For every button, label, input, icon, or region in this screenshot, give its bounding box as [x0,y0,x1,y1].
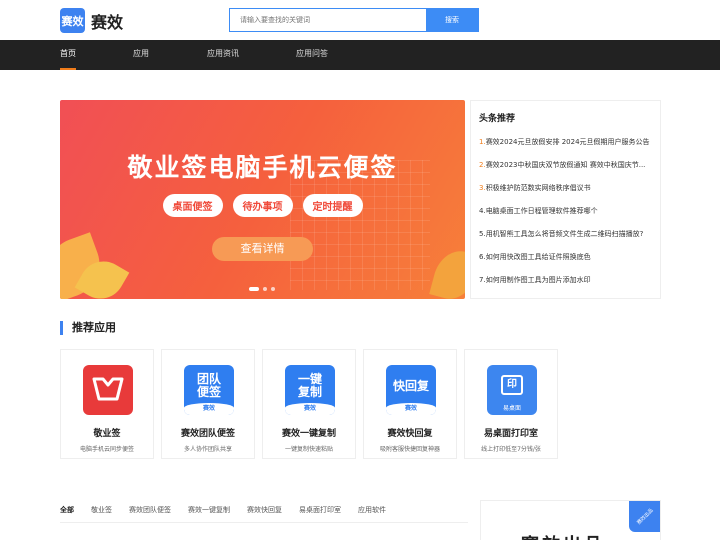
app-desc: 多人协作团队共享 [183,446,232,453]
main-nav: 首页 应用 应用资讯 应用问答 [0,40,720,70]
print-icon-glyph: 印 [501,375,523,395]
headline-text: 用机智熊工具怎么将音频文件生成二维码扫描播放? [485,230,644,238]
headline-text: 如何用制作图工具为图片添加水印 [485,276,591,284]
logo-icon: 赛效 [60,8,85,33]
headline-number: 3. [479,184,486,192]
app-name: 赛效团队便签 [180,429,235,439]
app-name: 易桌面打印室 [483,429,538,439]
app-name: 赛效一键复制 [281,429,336,439]
icon-label: 快回复 [392,378,429,393]
tab-print-room[interactable]: 易桌面打印室 [299,505,341,515]
search-bar: 搜索 [229,8,479,32]
banner-tag: 桌面便签 [162,194,223,217]
app-card-one-click-copy[interactable]: 一键 复制 赛效 赛效一键复制 一键复制快速粘贴 [262,349,356,459]
jingyeqian-icon [83,365,133,415]
app-card-jingyeqian[interactable]: 敬业签 电脑手机云同步便签 [60,349,154,459]
nav-item-app-qa[interactable]: 应用问答 [296,40,328,70]
headline-item[interactable]: 5.用机智熊工具怎么将音频文件生成二维码扫描播放? [479,227,652,250]
banner-tag: 定时提醒 [302,194,363,217]
icon-band: 赛效 [285,403,335,415]
headline-text: 赛效2023中秋国庆双节放假通知 赛效中秋国庆节... [485,161,646,169]
banner-title: 敬业签电脑手机云便签 [127,153,398,182]
headline-number: 7. [479,276,486,284]
banner-tags: 桌面便签 待办事项 定时提醒 [60,194,465,217]
icon-band: 赛效 [386,403,436,415]
tab-all[interactable]: 全部 [60,505,74,515]
icon-label: 复制 [297,385,322,399]
headline-text: 积极维护防范数实网络秩序倡议书 [485,184,591,192]
app-card-quick-reply[interactable]: 快回复 赛效 赛效快回复 吸附客服快捷回复神器 [363,349,457,459]
carousel-dot[interactable] [271,287,275,291]
category-tabs: 全部 敬业签 赛效团队便签 赛效一键复制 赛效快回复 易桌面打印室 应用软件 [60,505,403,515]
logo-text: 赛效 [91,12,124,32]
tab-app-software[interactable]: 应用软件 [358,505,386,515]
headline-item[interactable]: 3.积极维护防范数实网络秩序倡议书 [479,181,652,204]
tabs-divider [60,522,468,523]
headline-number: 1. [479,138,486,146]
tab-jingyeqian[interactable]: 敬业签 [91,505,112,515]
headline-number: 4. [479,207,486,215]
headline-number: 6. [479,253,486,261]
app-desc: 吸附客服快捷回复神器 [379,446,440,453]
icon-label: 便签 [196,385,221,399]
site-header: 赛效 赛效 搜索 [0,0,720,40]
tab-quick-reply[interactable]: 赛效快回复 [247,505,282,515]
headline-item[interactable]: 4.电脑桌面工作日程管理软件推荐哪个 [479,204,652,227]
carousel-dot[interactable] [249,287,259,291]
app-name: 赛效快回复 [387,429,433,439]
search-button[interactable]: 搜索 [426,9,478,31]
icon-band: 易桌面 [502,405,521,412]
quick-reply-icon: 快回复 赛效 [386,365,436,415]
promo-badge-text: 赛效出品 [636,507,655,526]
app-card-print-room[interactable]: 印 易桌面 易桌面打印室 线上打印低至7分钱/张 [464,349,558,459]
headline-item[interactable]: 2.赛效2023中秋国庆双节放假通知 赛效中秋国庆节... [479,158,652,181]
leaf-decoration [429,245,465,299]
promo-card[interactable]: 赛效出品 赛效出品 [480,500,661,540]
site-logo[interactable]: 赛效 赛效 [60,8,123,33]
headline-item[interactable]: 7.如何用制作图工具为图片添加水印 [479,273,652,296]
carousel-dot[interactable] [263,287,267,291]
promo-badge: 赛效出品 [629,501,660,532]
app-desc: 一键复制快速粘贴 [284,446,333,453]
headlines-panel: 头条推荐 1.赛效2024元旦放假安排 2024元旦假期用户服务公告 2.赛效2… [470,100,661,299]
app-desc: 电脑手机云同步便签 [79,446,134,453]
headline-text: 电脑桌面工作日程管理软件推荐哪个 [485,207,598,215]
headline-item[interactable]: 1.赛效2024元旦放假安排 2024元旦假期用户服务公告 [479,135,652,158]
headline-item[interactable]: 6.如何用快改图工具给证件照换底色 [479,250,652,273]
nav-item-home[interactable]: 首页 [60,40,76,70]
nav-item-apps[interactable]: 应用 [133,40,149,70]
tab-team-note[interactable]: 赛效团队便签 [129,505,171,515]
headline-text: 赛效2024元旦放假安排 2024元旦假期用户服务公告 [485,138,650,146]
app-desc: 线上打印低至7分钱/张 [481,446,541,453]
app-name: 敬业签 [93,429,121,439]
headline-number: 5. [479,230,486,238]
search-input[interactable] [230,9,426,31]
view-details-button[interactable]: 查看详情 [212,237,313,261]
nav-item-app-news[interactable]: 应用资讯 [207,40,239,70]
carousel-dots [249,287,275,291]
headlines-title: 头条推荐 [479,114,516,124]
recommended-apps-title: 推荐应用 [60,321,116,335]
banner-tag: 待办事项 [232,194,293,217]
headline-text: 如何用快改图工具给证件照换底色 [485,253,591,261]
one-click-copy-icon: 一键 复制 赛效 [285,365,335,415]
tab-one-click-copy[interactable]: 赛效一键复制 [188,505,230,515]
print-room-icon: 印 易桌面 [487,365,537,415]
team-note-icon: 团队 便签 赛效 [184,365,234,415]
promo-title: 赛效出品 [521,531,605,540]
icon-band: 赛效 [184,403,234,415]
headline-number: 2. [479,161,486,169]
hero-banner[interactable]: 敬业签电脑手机云便签 桌面便签 待办事项 定时提醒 查看详情 [60,100,465,299]
app-card-team-note[interactable]: 团队 便签 赛效 赛效团队便签 多人协作团队共享 [161,349,255,459]
